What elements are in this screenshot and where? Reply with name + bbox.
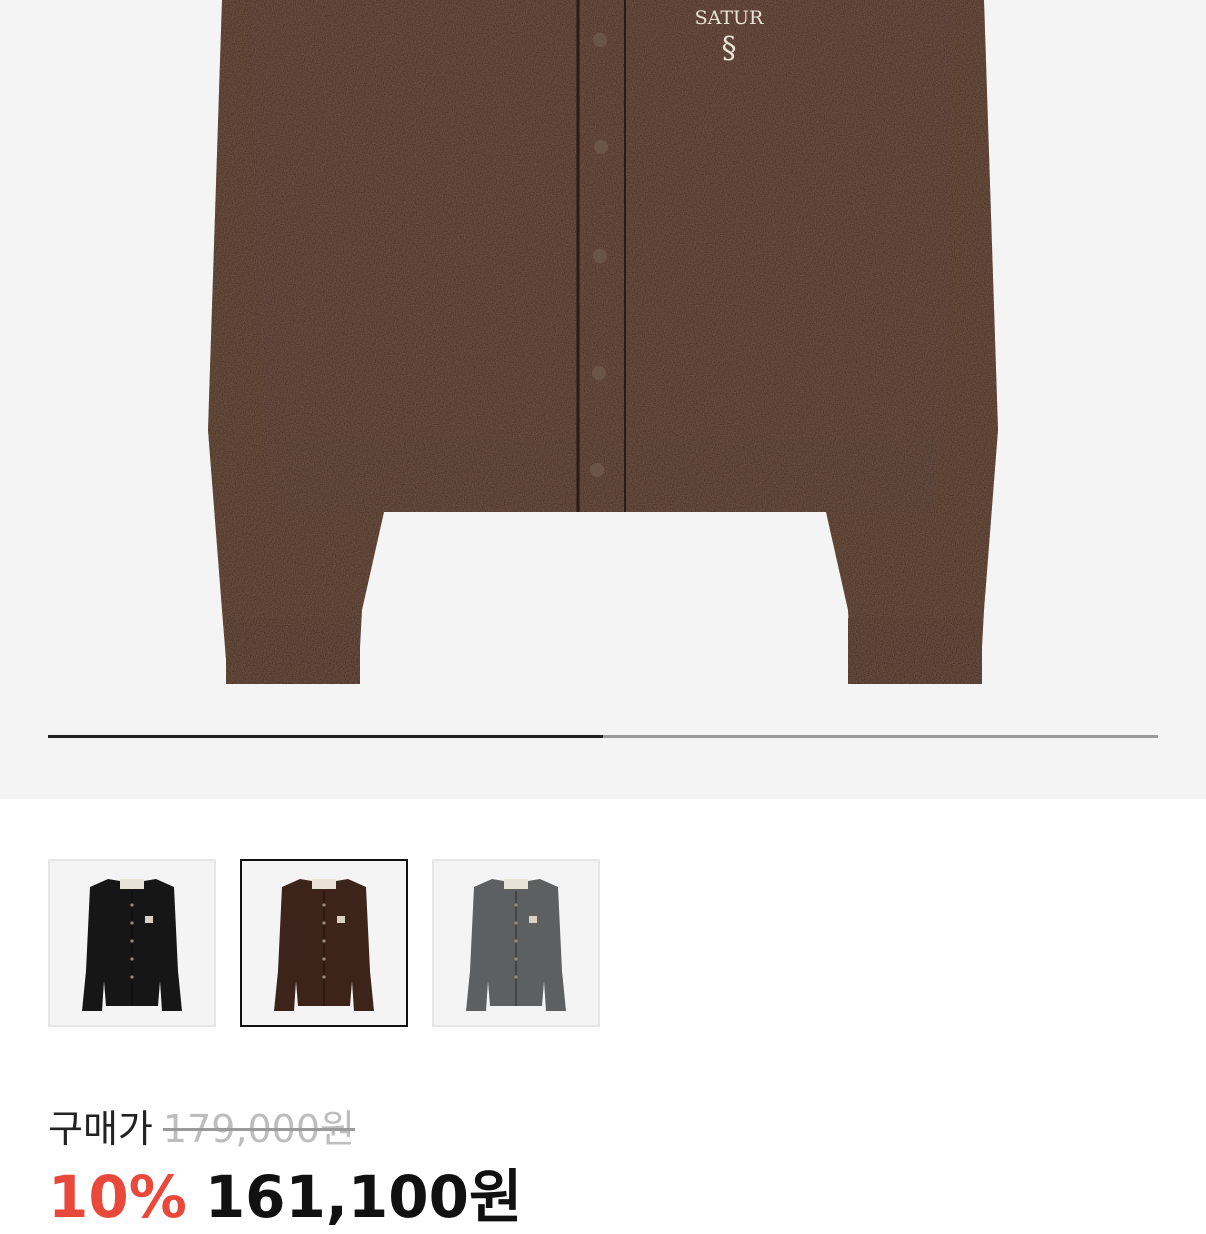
- sale-price-row: 10% 161,100원: [48, 1150, 522, 1231]
- product-main-image[interactable]: SATUR §: [0, 0, 1206, 700]
- gallery-progress-fill: [48, 735, 603, 738]
- color-thumbnail-black[interactable]: [48, 859, 216, 1027]
- cardigan-shape: [208, 0, 998, 684]
- cardigan-thumbnail-image: [82, 879, 182, 1011]
- color-thumbnail-gray[interactable]: [432, 859, 600, 1027]
- sale-price: 161,100원: [204, 1163, 523, 1231]
- product-gallery[interactable]: SATUR §: [0, 0, 1206, 799]
- original-price: 179,000원: [162, 1107, 355, 1151]
- discount-rate: 10%: [48, 1163, 187, 1231]
- gallery-progress-bar[interactable]: [48, 735, 1158, 738]
- cardigan-thumbnail-image: [466, 879, 566, 1011]
- cardigan-thumbnail-image: [274, 879, 374, 1011]
- svg-text:SATUR: SATUR: [695, 7, 764, 29]
- price-label-row: 구매가 179,000원: [48, 1098, 355, 1151]
- color-thumbnail-brown[interactable]: [240, 859, 408, 1027]
- svg-text:§: §: [722, 31, 737, 66]
- price-label: 구매가: [48, 1107, 153, 1151]
